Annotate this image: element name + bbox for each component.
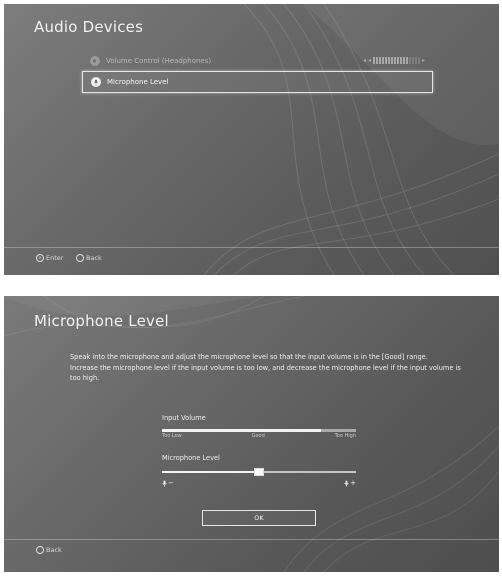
input-volume-bar — [162, 429, 356, 432]
ok-button[interactable]: OK — [202, 510, 316, 526]
scale-label-too-low: Too Low — [162, 433, 182, 439]
microphone-level-label: Microphone Level — [162, 454, 220, 462]
volume-tick — [402, 57, 405, 64]
circle-button-icon — [76, 254, 84, 262]
volume-tick — [411, 57, 414, 64]
background-swirl — [203, 4, 499, 275]
chevron-left-icon: ◂ ◂ — [363, 57, 371, 64]
menu-item-label: Volume Control (Headphones) — [106, 57, 212, 65]
increase-mic-level[interactable]: + — [344, 479, 356, 487]
minus-icon: − — [168, 479, 174, 487]
back-hint: Back — [36, 546, 62, 554]
enter-hint: ✕ Enter — [36, 254, 63, 262]
back-hint-label: Back — [46, 546, 62, 554]
volume-tick — [408, 57, 411, 64]
volume-tick — [372, 57, 375, 64]
volume-tick — [405, 57, 408, 64]
volume-tick — [396, 57, 399, 64]
volume-level-ticks — [372, 57, 420, 64]
cross-button-icon: ✕ — [36, 254, 44, 262]
slider-ends: − + — [162, 479, 356, 487]
instruction-line: Speak into the microphone and adjust the… — [70, 353, 428, 361]
volume-tick — [375, 57, 378, 64]
volume-tick — [390, 57, 393, 64]
enter-hint-label: Enter — [46, 254, 64, 262]
instruction-line: Increase the microphone level if the inp… — [70, 363, 461, 383]
microphone-icon — [344, 480, 349, 487]
back-hint-label: Back — [86, 254, 102, 262]
volume-tick — [384, 57, 387, 64]
volume-tick — [381, 57, 384, 64]
page-title: Audio Devices — [34, 18, 144, 36]
volume-tick — [414, 57, 417, 64]
microphone-icon — [162, 480, 167, 487]
input-volume-scale: Too Low Good Too High — [162, 433, 356, 439]
instructions-text: Speak into the microphone and adjust the… — [70, 352, 465, 384]
microphone-level-control: Microphone Level − + — [162, 454, 356, 487]
slider-fill — [162, 471, 259, 473]
audio-devices-screen: Audio Devices Volume Control (Headphones… — [4, 4, 499, 275]
input-volume-label: Input Volume — [162, 414, 206, 422]
page-title: Microphone Level — [34, 312, 169, 330]
plus-icon: + — [350, 479, 356, 487]
footer-divider — [4, 539, 499, 540]
input-volume-meter: Input Volume Too Low Good Too High — [162, 414, 356, 439]
menu-item-label: Microphone Level — [107, 78, 169, 86]
volume-level-meter: ◂ ◂ ▸ — [363, 57, 425, 64]
volume-tick — [387, 57, 390, 64]
menu-item-microphone-level[interactable]: Microphone Level — [82, 71, 433, 93]
menu-item-volume-control[interactable]: Volume Control (Headphones) ◂ ◂ ▸ — [82, 51, 433, 71]
volume-tick — [393, 57, 396, 64]
volume-tick — [378, 57, 381, 64]
circle-button-icon — [36, 546, 44, 554]
back-hint: Back — [76, 254, 102, 262]
microphone-level-screen: Microphone Level Speak into the micropho… — [4, 296, 499, 572]
slider-thumb[interactable] — [254, 468, 264, 476]
volume-icon — [90, 56, 100, 66]
scale-label-too-high: Too High — [334, 433, 356, 439]
decrease-mic-level[interactable]: − — [162, 479, 174, 487]
scale-label-good: Good — [251, 433, 265, 439]
microphone-level-slider[interactable] — [162, 468, 356, 476]
chevron-right-icon: ▸ — [421, 57, 425, 64]
microphone-icon — [91, 77, 101, 87]
volume-tick — [417, 57, 420, 64]
volume-tick — [399, 57, 402, 64]
footer-divider — [4, 247, 499, 248]
